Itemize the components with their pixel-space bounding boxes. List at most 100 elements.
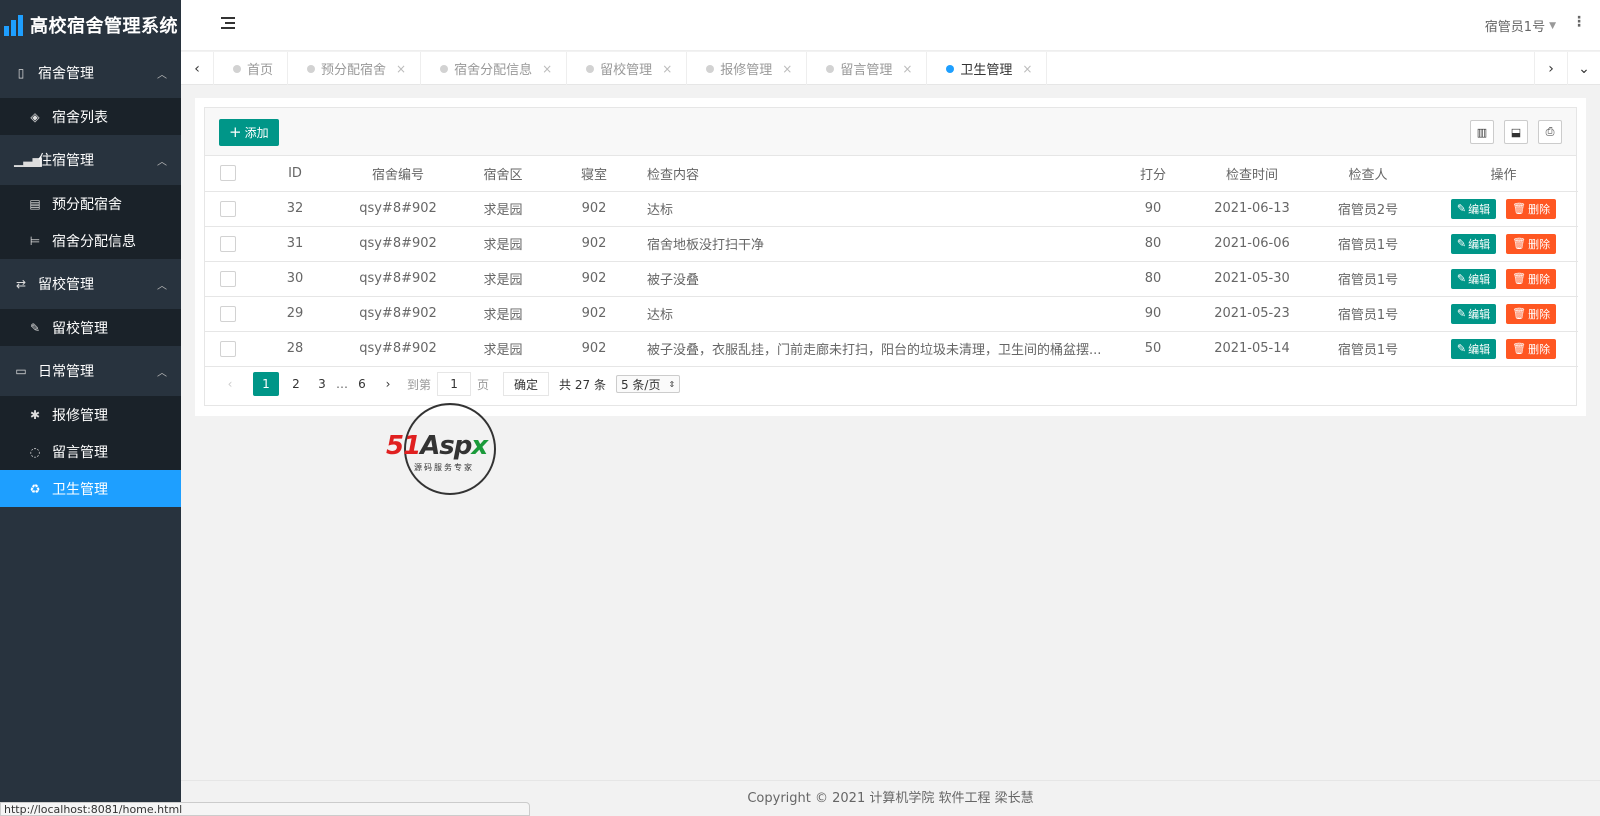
menu-toggle-icon[interactable] [221, 17, 235, 31]
add-button[interactable]: + 添加 [219, 119, 279, 146]
tab[interactable]: 卫生管理 × [927, 52, 1048, 85]
page-size-select[interactable]: 5 条/页 ⇕ [615, 375, 681, 393]
user-menu[interactable]: 宿管员1号 ▼ [1485, 16, 1556, 35]
tab[interactable]: 宿舍分配信息 × [421, 52, 568, 85]
exchange-icon: ⇄ [15, 277, 27, 291]
tab-label: 卫生管理 [960, 63, 1013, 78]
sidebar-item[interactable]: ♻ 卫生管理 [0, 470, 181, 507]
sidebar-item[interactable]: ▤ 预分配宿舍 [0, 185, 181, 222]
table-row: 28 qsy#8#902 求是园 902 被子没叠，衣服乱挂，门前走廊未打扫，阳台的垃圾… [205, 331, 1578, 367]
close-icon[interactable]: × [902, 62, 912, 76]
cell-score: 80 [1109, 261, 1197, 297]
delete-label: 删除 [1528, 202, 1551, 216]
select-all-checkbox[interactable] [220, 165, 236, 182]
row-checkbox[interactable] [220, 235, 236, 252]
goto-confirm-button[interactable]: 确定 [503, 372, 550, 396]
tab-label: 预分配宿舍 [321, 63, 387, 78]
edit-button[interactable]: ✎ 编辑 [1450, 233, 1497, 254]
tab-status-dot [440, 64, 449, 73]
sidebar-item[interactable]: ◌ 留言管理 [0, 433, 181, 470]
menu-group-header[interactable]: ▭ 日常管理 ︿ [0, 348, 181, 394]
close-icon[interactable]: × [396, 62, 406, 76]
column-header[interactable]: ID [251, 156, 339, 192]
tab-label: 留言管理 [840, 63, 893, 78]
column-header[interactable]: 宿舍编号 [339, 156, 457, 192]
trash-icon: 🗑 [1512, 272, 1527, 285]
logo[interactable]: 高校宿舍管理系统 [0, 0, 181, 50]
delete-button[interactable]: 🗑 删除 [1506, 303, 1557, 324]
signal-icon: ▁▃▅ [14, 153, 42, 167]
print-icon[interactable]: ⎙ [1538, 120, 1562, 144]
edit-button[interactable]: ✎ 编辑 [1450, 303, 1497, 324]
sidebar-item[interactable]: ✱ 报修管理 [0, 396, 181, 433]
row-actions: ✎ 编辑 🗑 删除 [1429, 331, 1578, 367]
edit-button[interactable]: ✎ 编辑 [1450, 338, 1497, 359]
pencil-icon: ✎ [1456, 342, 1467, 355]
table-header-row: ID 宿舍编号 宿舍区 寝室 检查内容 打分 检查时间 检查人 操作 [205, 156, 1578, 192]
tab[interactable]: 首页 [214, 52, 289, 85]
close-icon[interactable]: × [1022, 62, 1032, 76]
column-header[interactable]: 打分 [1109, 156, 1197, 192]
select-arrows-icon: ⇕ [668, 379, 676, 389]
delete-button[interactable]: 🗑 删除 [1506, 338, 1557, 359]
page-number[interactable]: 1 [253, 372, 279, 396]
goto-page-input[interactable]: 1 [437, 372, 472, 396]
menu-group-header[interactable]: ⇄ 留校管理 ︿ [0, 261, 181, 307]
tab-menu-chevron-down-icon[interactable]: ⌄ [1567, 52, 1600, 85]
delete-button[interactable]: 🗑 删除 [1506, 233, 1557, 254]
edit-button[interactable]: ✎ 编辑 [1450, 198, 1497, 219]
delete-button[interactable]: 🗑 删除 [1506, 198, 1557, 219]
row-checkbox[interactable] [220, 270, 236, 287]
close-icon[interactable]: × [662, 62, 672, 76]
tab[interactable]: 留校管理 × [567, 52, 688, 85]
column-header[interactable]: 宿舍区 [457, 156, 549, 192]
cell-id: 28 [251, 331, 339, 367]
row-checkbox[interactable] [220, 200, 236, 217]
menu-group-header[interactable]: ▁▃▅ 住宿管理 ︿ [0, 137, 181, 183]
tab[interactable]: 报修管理 × [687, 52, 808, 85]
close-icon[interactable]: × [782, 62, 792, 76]
page-number[interactable]: 2 [283, 372, 309, 396]
tab-status-dot [706, 64, 715, 73]
column-header[interactable]: 检查内容 [639, 156, 1109, 192]
cell-inspector: 宿管员1号 [1307, 331, 1429, 367]
menu-group-header[interactable]: ▯ 宿舍管理 ︿ [0, 50, 181, 96]
cell-dorm-no: qsy#8#902 [339, 261, 457, 297]
row-checkbox[interactable] [220, 340, 236, 357]
sidebar-item[interactable]: ✎ 留校管理 [0, 309, 181, 346]
table-row: 32 qsy#8#902 求是园 902 达标 90 2021-06-13 宿管员2号 ✎ 编辑 🗑… [205, 191, 1578, 227]
total-count: 共 27 条 [559, 377, 606, 392]
trash-icon: 🗑 [1512, 237, 1527, 250]
table-row: 29 qsy#8#902 求是园 902 达标 90 2021-05-23 宿管员1号 ✎ 编辑 🗑… [205, 296, 1578, 332]
tab-scroll-right-icon[interactable]: › [1534, 52, 1567, 85]
column-header[interactable]: 寝室 [549, 156, 639, 192]
cell-score: 90 [1109, 191, 1197, 227]
page-number[interactable]: 3 [309, 372, 335, 396]
delete-label: 删除 [1528, 307, 1551, 321]
column-header: 操作 [1429, 156, 1578, 192]
export-icon[interactable]: ⬓ [1504, 120, 1528, 144]
pencil-icon: ✎ [1456, 237, 1467, 250]
next-page-icon[interactable]: › [375, 372, 401, 396]
cell-room: 902 [549, 296, 639, 332]
delete-button[interactable]: 🗑 删除 [1506, 268, 1557, 289]
edit-button[interactable]: ✎ 编辑 [1450, 268, 1497, 289]
close-icon[interactable]: × [542, 62, 552, 76]
sidebar: 高校宿舍管理系统 ▯ 宿舍管理 ︿ ◈ 宿舍列表 ▁▃▅ 住宿管理 ︿ ▤ 预分配宿舍 ⊨ 宿舍分配信… [0, 0, 181, 816]
more-vertical-icon[interactable]: ⋮ [1572, 14, 1586, 30]
columns-filter-icon[interactable]: ▥ [1470, 120, 1494, 144]
tab-status-dot [233, 64, 241, 73]
cell-content: 达标 [639, 191, 1109, 227]
page-number[interactable]: 6 [349, 372, 375, 396]
prev-page-icon[interactable]: ‹ [217, 372, 243, 396]
bed-icon: ⊨ [29, 233, 41, 248]
tab-scroll-left-icon[interactable]: ‹ [181, 52, 214, 85]
table-tools: ▥ ⬓ ⎙ [1470, 120, 1562, 144]
sidebar-item[interactable]: ⊨ 宿舍分配信息 [0, 222, 181, 259]
row-checkbox[interactable] [220, 305, 236, 322]
tab[interactable]: 预分配宿舍 × [288, 52, 422, 85]
column-header[interactable]: 检查人 [1307, 156, 1429, 192]
tab[interactable]: 留言管理 × [807, 52, 928, 85]
column-header[interactable]: 检查时间 [1197, 156, 1307, 192]
sidebar-item[interactable]: ◈ 宿舍列表 [0, 98, 181, 135]
